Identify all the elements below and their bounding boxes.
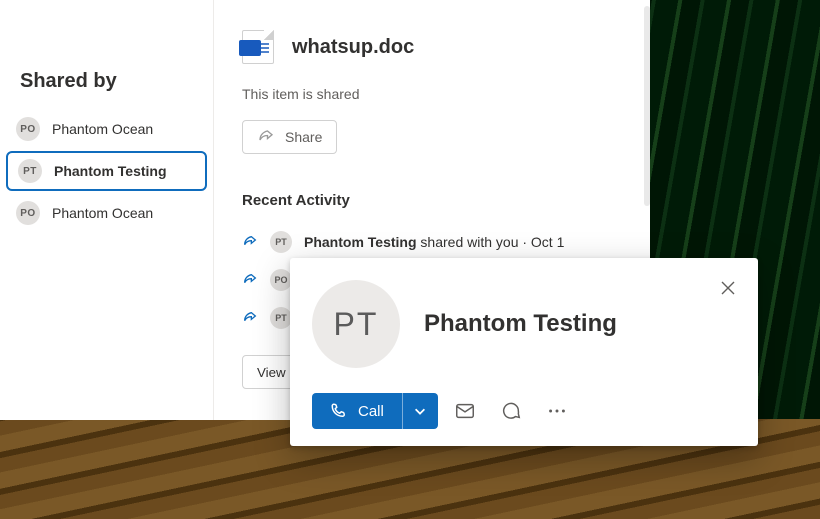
share-button-label: Share	[285, 129, 322, 145]
chat-button[interactable]	[492, 392, 530, 430]
avatar-icon: PT	[270, 231, 292, 253]
more-button[interactable]	[538, 392, 576, 430]
email-button[interactable]	[446, 392, 484, 430]
chevron-down-icon	[413, 404, 427, 418]
share-arrow-icon	[257, 128, 275, 146]
sidebar-item-phantom-ocean-2[interactable]: PO Phantom Ocean	[0, 193, 213, 233]
sidebar-item-label: Phantom Testing	[54, 163, 167, 179]
call-button-label: Call	[358, 403, 384, 420]
chat-icon	[500, 400, 522, 422]
sidebar-item-phantom-ocean-1[interactable]: PO Phantom Ocean	[0, 109, 213, 149]
close-icon	[720, 280, 736, 296]
avatar-icon: PO	[270, 269, 292, 291]
contact-avatar: PT	[312, 280, 400, 368]
share-button[interactable]: Share	[242, 120, 337, 154]
view-button-label: View	[257, 365, 286, 380]
sidebar-item-phantom-testing[interactable]: PT Phantom Testing	[6, 151, 207, 191]
sidebar-title: Shared by	[0, 70, 213, 109]
avatar-icon: PO	[16, 117, 40, 141]
phone-icon	[330, 402, 348, 420]
call-dropdown-button[interactable]	[402, 393, 438, 429]
mail-icon	[454, 400, 476, 422]
call-button[interactable]: Call	[312, 393, 402, 429]
call-split-button: Call	[312, 393, 438, 429]
activity-row[interactable]: PT Phantom Testing shared with you · Oct…	[242, 223, 622, 261]
recent-activity-title: Recent Activity	[242, 192, 622, 209]
contact-card-popup: PT Phantom Testing Call	[290, 258, 758, 446]
avatar-icon: PO	[16, 201, 40, 225]
word-doc-icon	[242, 30, 274, 64]
contact-name: Phantom Testing	[424, 310, 617, 338]
shared-status-text: This item is shared	[242, 86, 622, 102]
file-name: whatsup.doc	[292, 36, 414, 59]
more-horizontal-icon	[546, 400, 568, 422]
activity-text: Phantom Testing shared with you · Oct 1	[304, 234, 564, 250]
contact-actions: Call	[312, 392, 736, 430]
close-button[interactable]	[712, 272, 744, 304]
contact-header: PT Phantom Testing	[312, 280, 736, 368]
scrollbar-thumb[interactable]	[644, 6, 650, 206]
sidebar-item-label: Phantom Ocean	[52, 205, 153, 221]
share-arrow-icon	[242, 310, 258, 326]
avatar-icon: PT	[18, 159, 42, 183]
sidebar-item-label: Phantom Ocean	[52, 121, 153, 137]
file-header: whatsup.doc	[242, 30, 622, 64]
share-arrow-icon	[242, 272, 258, 288]
share-arrow-icon	[242, 234, 258, 250]
shared-by-sidebar: Shared by PO Phantom Ocean PT Phantom Te…	[0, 0, 213, 420]
avatar-icon: PT	[270, 307, 292, 329]
